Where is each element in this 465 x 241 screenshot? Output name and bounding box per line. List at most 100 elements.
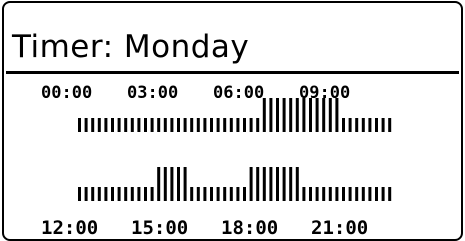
top-row-slot-8-off <box>130 118 134 132</box>
top-row-slot-6-off <box>117 118 121 132</box>
time-label: 15:00 <box>131 217 189 239</box>
bottom-row-slot-17-off <box>190 187 194 201</box>
top-row-slot-32-on <box>289 98 293 132</box>
bottom-row-slot-0-off <box>78 187 81 201</box>
bottom-row-slot-11-off <box>150 187 154 201</box>
bottom-row-slot-25-off <box>243 187 246 201</box>
bottom-row-slot-41-off <box>348 187 352 201</box>
bottom-row-slot-6-off <box>117 187 121 201</box>
top-row-slot-39-on <box>335 98 339 132</box>
top-row-slot-18-off <box>196 118 200 132</box>
top-row-slot-19-off <box>203 118 207 132</box>
top-row-slot-42-off <box>355 118 359 132</box>
bottom-time-labels: 12:00 15:00 18:00 21:00 <box>41 217 401 239</box>
top-row-slot-3-off <box>97 118 101 132</box>
bottom-row-slot-2-off <box>91 187 95 201</box>
bottom-row-slot-16-on <box>183 167 187 201</box>
bottom-row-slot-39-off <box>335 187 339 201</box>
top-row-slot-41-off <box>348 118 352 132</box>
bottom-row-slot-44-off <box>368 187 372 201</box>
bottom-row-slot-12-on <box>157 167 161 201</box>
top-row-slot-45-off <box>375 118 378 132</box>
top-row-slot-9-off <box>137 118 141 132</box>
top-row-slot-35-on <box>309 98 312 132</box>
top-row-slot-24-off <box>236 118 240 132</box>
bottom-row-slot-45-off <box>375 187 378 201</box>
top-row-slot-25-off <box>243 118 246 132</box>
bottom-row-slot-38-off <box>328 187 332 201</box>
bottom-row-slot-7-off <box>124 187 128 201</box>
timer-bars <box>78 98 392 201</box>
bottom-row-slot-43-off <box>361 187 365 201</box>
top-row-slot-47-off <box>388 118 392 132</box>
top-row-slot-46-off <box>381 118 385 132</box>
bottom-row-slot-21-off <box>216 187 220 201</box>
top-row-slot-5-off <box>111 118 114 132</box>
top-row-slot-40-off <box>342 118 345 132</box>
bottom-row-slot-13-on <box>163 167 167 201</box>
top-row-slot-2-off <box>91 118 95 132</box>
bottom-row-slot-26-on <box>249 167 253 201</box>
bottom-row-slot-9-off <box>137 187 141 201</box>
top-row-slot-10-off <box>144 118 147 132</box>
top-row-slot-23-off <box>229 118 233 132</box>
top-row-slot-33-on <box>295 98 299 132</box>
top-row-slot-43-off <box>361 118 365 132</box>
time-label: 12:00 <box>41 217 99 239</box>
bottom-row-slot-46-off <box>381 187 385 201</box>
top-row-slot-34-on <box>302 98 306 132</box>
top-row-slot-26-off <box>249 118 253 132</box>
top-row-slot-14-off <box>170 118 174 132</box>
bottom-row-slot-23-off <box>229 187 233 201</box>
top-row-slot-17-off <box>190 118 194 132</box>
top-row-slot-30-on <box>276 98 279 132</box>
top-row-slot-7-off <box>124 118 128 132</box>
bottom-row-slot-35-off <box>309 187 312 201</box>
top-row-slot-21-off <box>216 118 220 132</box>
timer-screen: Timer: Monday 00:00 03:00 06:00 09:00 12:00… <box>2 1 463 241</box>
top-row-slot-16-off <box>183 118 187 132</box>
top-row-slot-37-on <box>322 98 326 132</box>
bottom-row-slot-15-on <box>177 167 180 201</box>
top-row-slot-11-off <box>150 118 154 132</box>
bottom-row-slot-19-off <box>203 187 207 201</box>
top-row-slot-1-off <box>84 118 88 132</box>
bottom-row-slot-14-on <box>170 167 174 201</box>
bottom-row-slot-10-off <box>144 187 147 201</box>
bottom-row-slot-32-on <box>289 167 293 201</box>
bottom-row-slot-27-on <box>256 167 260 201</box>
bottom-row-slot-18-off <box>196 187 200 201</box>
bottom-row-slot-24-off <box>236 187 240 201</box>
bottom-row-slot-31-on <box>282 167 286 201</box>
bottom-row-slot-29-on <box>269 167 273 201</box>
top-row-slot-29-on <box>269 98 273 132</box>
bottom-row-slot-3-off <box>97 187 101 201</box>
time-label: 18:00 <box>221 217 279 239</box>
top-row-slot-22-off <box>223 118 227 132</box>
bottom-row-slot-42-off <box>355 187 359 201</box>
top-row-slot-27-off <box>256 118 260 132</box>
bottom-row-slot-5-off <box>111 187 114 201</box>
time-label: 21:00 <box>311 217 369 239</box>
bottom-row-slot-40-off <box>342 187 345 201</box>
top-row-slot-4-off <box>104 118 108 132</box>
bottom-row-slot-30-on <box>276 167 279 201</box>
top-row-slot-0-off <box>78 118 81 132</box>
bottom-row-slot-1-off <box>84 187 88 201</box>
bottom-row-slot-33-on <box>295 167 299 201</box>
top-row-slot-28-on <box>262 98 266 132</box>
top-row-slot-20-off <box>210 118 213 132</box>
top-row-slot-38-on <box>328 98 332 132</box>
top-row-slot-15-off <box>177 118 180 132</box>
bottom-row-slot-22-off <box>223 187 227 201</box>
top-row-slot-31-on <box>282 98 286 132</box>
bottom-row-slot-34-off <box>302 187 306 201</box>
bottom-row-slot-47-off <box>388 187 392 201</box>
bottom-row-slot-8-off <box>130 187 134 201</box>
bottom-row-slot-28-on <box>262 167 266 201</box>
top-row-slot-44-off <box>368 118 372 132</box>
bottom-row-slot-37-off <box>322 187 326 201</box>
top-row-slot-36-on <box>315 98 319 132</box>
bottom-row-slot-20-off <box>210 187 213 201</box>
top-row-slot-13-off <box>163 118 167 132</box>
